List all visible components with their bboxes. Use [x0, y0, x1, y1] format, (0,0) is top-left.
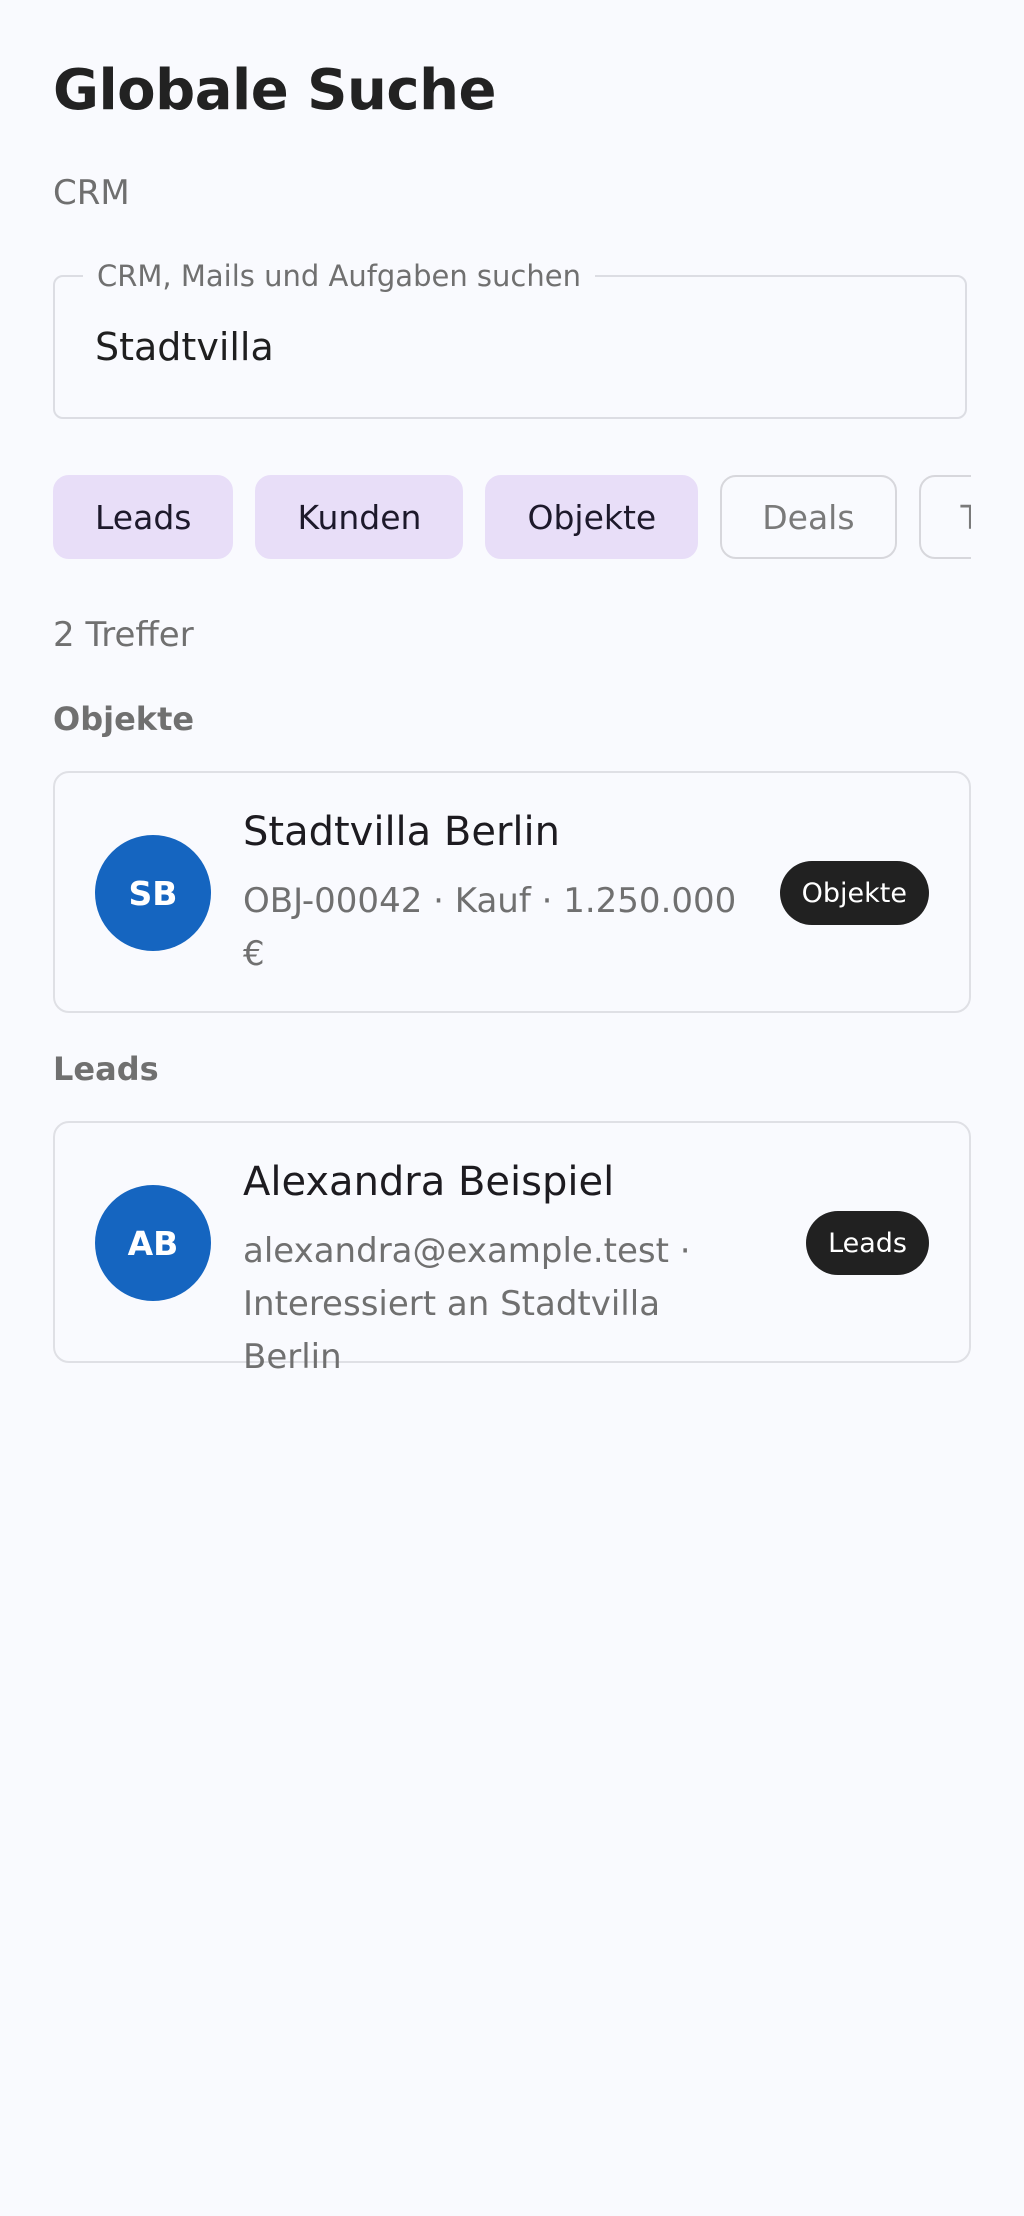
search-field[interactable]: CRM, Mails und Aufgaben suchen [53, 259, 967, 419]
search-input[interactable] [95, 317, 915, 377]
result-card-lead[interactable]: AB Alexandra Beispiel alexandra@example.… [53, 1121, 971, 1377]
category-badge: Leads [806, 1211, 929, 1275]
filter-chip-objekte[interactable]: Objekte [485, 475, 699, 559]
filter-chip-truncated[interactable]: T [918, 475, 971, 559]
filter-chip-leads[interactable]: Leads [53, 475, 234, 559]
avatar: AB [95, 1185, 211, 1301]
section-heading-objekte: Objekte [53, 700, 195, 738]
filter-chip-kunden[interactable]: Kunden [255, 475, 464, 559]
filter-chip-row[interactable]: Leads Kunden Objekte Deals T [53, 475, 971, 561]
page-subtitle: CRM [53, 173, 130, 213]
avatar: SB [95, 835, 211, 951]
page-title: Globale Suche [53, 58, 496, 123]
section-heading-leads: Leads [53, 1050, 159, 1088]
category-badge: Objekte [779, 861, 929, 925]
result-title: Alexandra Beispiel [243, 1159, 615, 1205]
result-title: Stadtvilla Berlin [243, 809, 560, 855]
result-subtitle: OBJ-00042 · Kauf · 1.250.000 € [243, 881, 737, 974]
filter-chip-deals[interactable]: Deals [720, 475, 897, 559]
search-field-label: CRM, Mails und Aufgaben suchen [83, 259, 595, 293]
result-count: 2 Treffer [53, 615, 194, 655]
result-card-object[interactable]: SB Stadtvilla Berlin OBJ-00042 · Kauf · … [53, 771, 971, 1013]
result-subtitle: alexandra@example.test · Interessiert an… [243, 1231, 691, 1377]
